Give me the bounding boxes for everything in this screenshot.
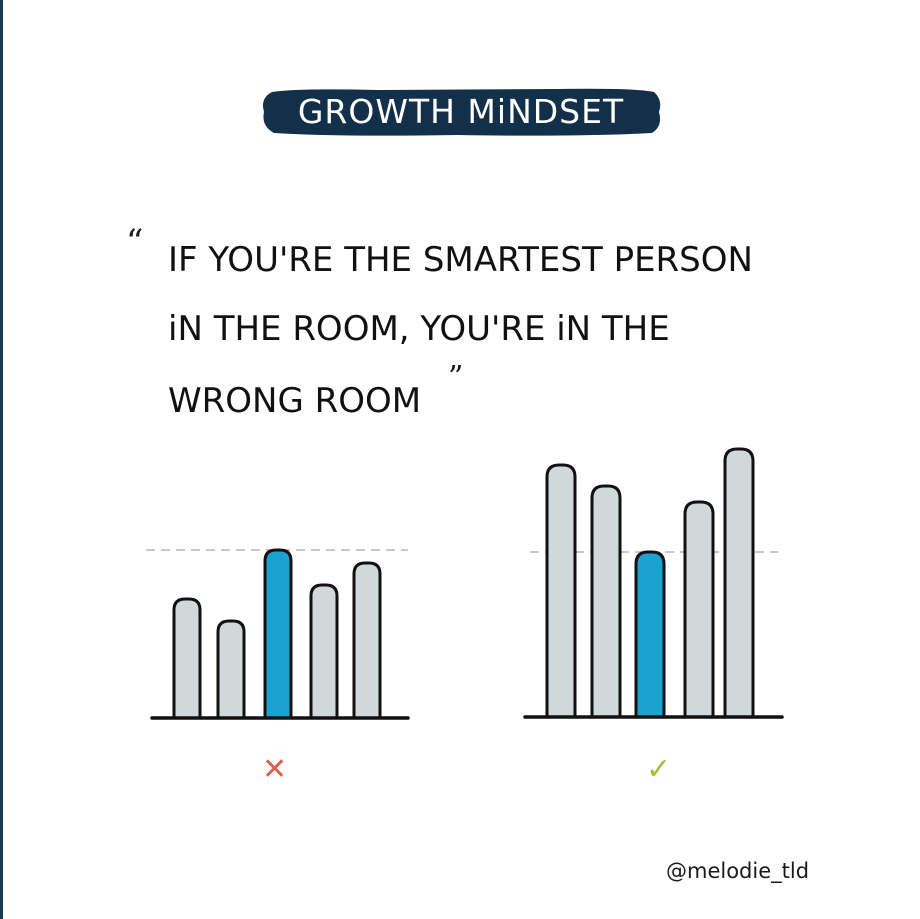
bar — [352, 561, 382, 720]
bar — [683, 500, 715, 719]
highlighted-bar — [634, 550, 666, 719]
check-icon: ✓ — [646, 752, 672, 787]
author-credit: @melodie_tld — [666, 859, 810, 883]
bar-charts — [146, 447, 784, 720]
bar — [545, 463, 577, 719]
highlighted-bar — [263, 548, 293, 720]
cross-icon: ✕ — [262, 752, 288, 787]
bar — [590, 484, 622, 719]
bar — [723, 447, 755, 719]
bar — [309, 583, 339, 720]
bar — [216, 619, 246, 720]
bar — [172, 597, 202, 720]
